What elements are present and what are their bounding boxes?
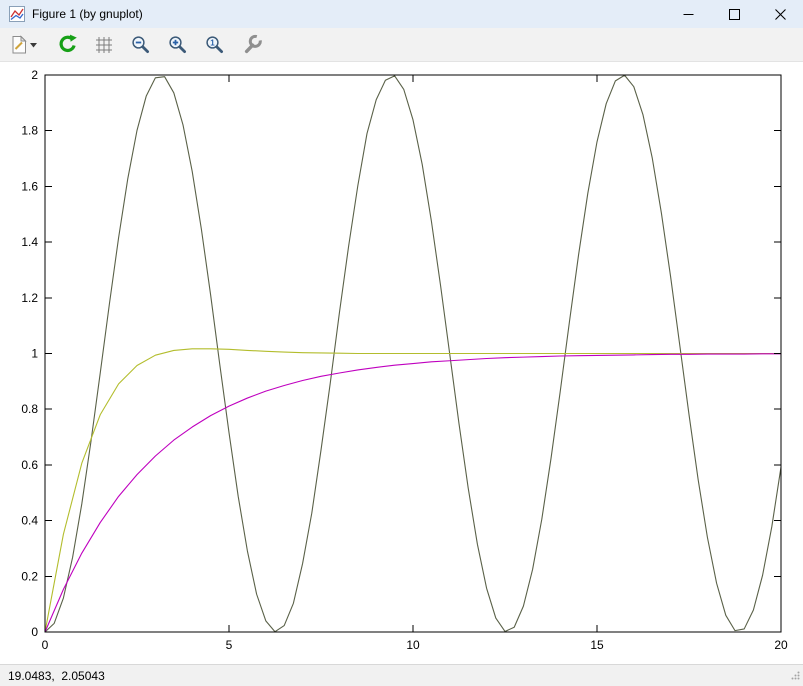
y-tick-label: 0.4 xyxy=(21,514,38,528)
dropdown-arrow-icon xyxy=(30,43,37,48)
x-tick-label: 10 xyxy=(406,638,420,652)
export-menu-button[interactable] xyxy=(6,31,44,59)
plot-svg[interactable]: 0 5 10 15 20 0 0.2 0.4 0.6 0.8 1 1.2 1.4 1.6 1.8 2 xyxy=(0,62,803,664)
wrench-icon xyxy=(242,34,263,55)
close-button[interactable] xyxy=(757,0,803,28)
overshoot-series xyxy=(45,349,781,632)
maximize-button[interactable] xyxy=(711,0,757,28)
zoom-reset-icon: 1 xyxy=(205,35,225,55)
y-tick-label: 0 xyxy=(31,625,38,639)
zoom-out-icon xyxy=(131,35,151,55)
settings-button[interactable] xyxy=(238,31,266,59)
svg-text:1: 1 xyxy=(210,38,215,47)
zoom-in-icon xyxy=(168,35,188,55)
maximize-icon xyxy=(729,9,740,20)
replot-button[interactable] xyxy=(53,31,81,59)
y-tick-label: 1.2 xyxy=(21,291,38,305)
zoom-reset-button[interactable]: 1 xyxy=(201,31,229,59)
gnuplot-figure-window: Figure 1 (by gnuplot) xyxy=(0,0,803,686)
document-icon xyxy=(10,35,40,55)
x-tick-label: 20 xyxy=(774,638,788,652)
y-tick-label: 1 xyxy=(31,347,38,361)
monotonic-series xyxy=(45,354,781,632)
minimize-icon xyxy=(683,9,694,20)
zoom-out-button[interactable] xyxy=(127,31,155,59)
zoom-in-button[interactable] xyxy=(164,31,192,59)
plot-area[interactable]: 0 5 10 15 20 0 0.2 0.4 0.6 0.8 1 1.2 1.4 1.6 1.8 2 xyxy=(0,62,803,664)
y-tick-label: 2 xyxy=(31,68,38,82)
close-icon xyxy=(775,9,786,20)
cursor-coordinates: 19.0483, 2.05043 xyxy=(8,669,105,683)
x-tick-label: 0 xyxy=(42,638,49,652)
x-tick-label: 15 xyxy=(590,638,604,652)
refresh-icon xyxy=(57,34,78,55)
y-tick-label: 1.8 xyxy=(21,124,38,138)
y-tick-label: 1.6 xyxy=(21,179,38,193)
x-tick-label: 5 xyxy=(226,638,233,652)
toolbar: 1 xyxy=(0,28,803,62)
y-tick-label: 0.2 xyxy=(21,569,38,583)
grid-icon xyxy=(95,36,113,54)
window-controls xyxy=(665,0,803,28)
resize-grip-icon[interactable] xyxy=(788,668,801,684)
minimize-button[interactable] xyxy=(665,0,711,28)
y-tick-label: 1.4 xyxy=(21,235,38,249)
app-icon xyxy=(9,6,25,22)
grid-button[interactable] xyxy=(90,31,118,59)
window-title: Figure 1 (by gnuplot) xyxy=(32,7,143,21)
y-tick-label: 0.6 xyxy=(21,458,38,472)
titlebar[interactable]: Figure 1 (by gnuplot) xyxy=(0,0,803,28)
y-tick-label: 0.8 xyxy=(21,402,38,416)
statusbar: 19.0483, 2.05043 xyxy=(0,664,803,686)
